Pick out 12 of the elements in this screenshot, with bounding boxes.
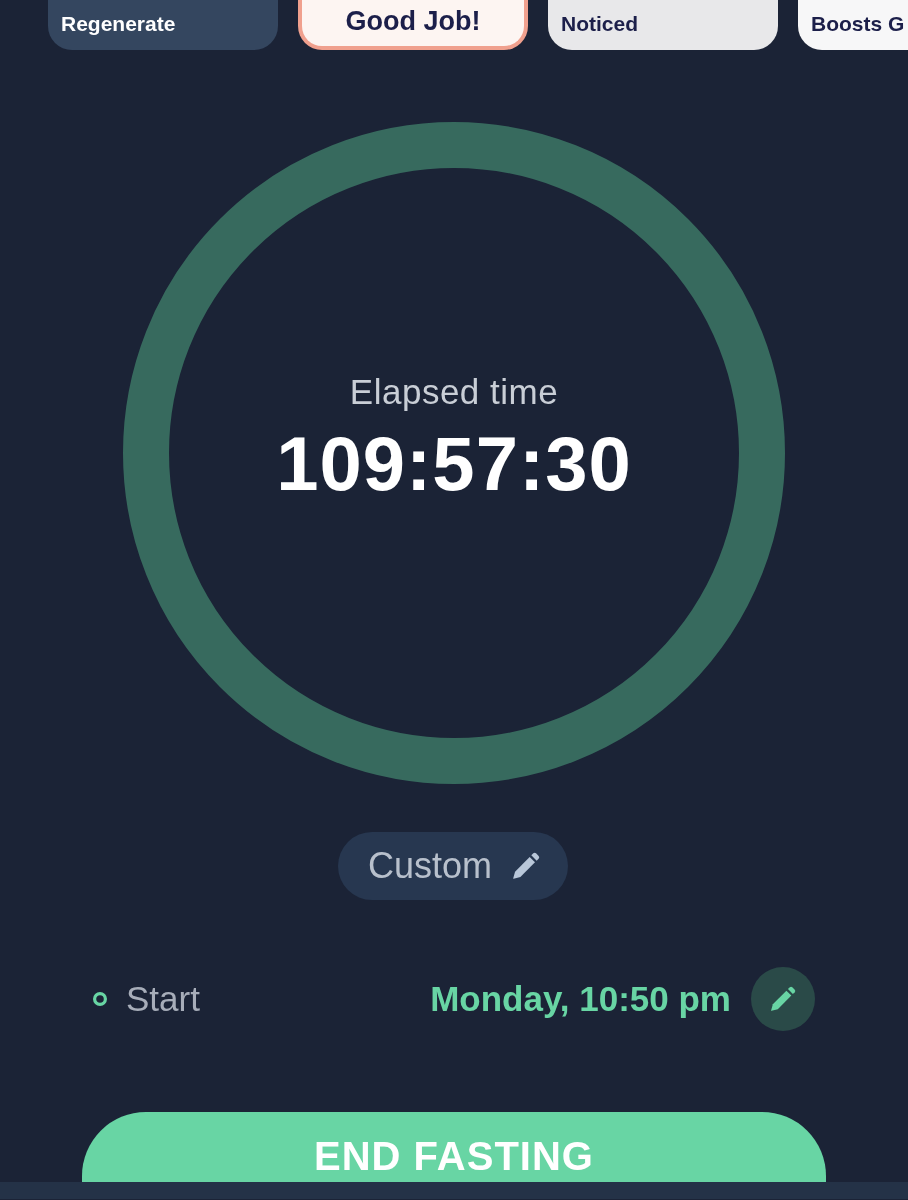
- dot-icon: [93, 992, 107, 1006]
- elapsed-time-label: Elapsed time: [349, 371, 559, 413]
- pencil-icon: [770, 986, 796, 1012]
- start-time: Monday, 10:50 pm: [430, 979, 731, 1019]
- story-card[interactable]: Good Job!: [298, 0, 528, 50]
- start-label: Start: [126, 979, 200, 1019]
- story-card[interactable]: Noticed: [548, 0, 778, 50]
- story-card[interactable]: Regenerate: [48, 0, 278, 50]
- elapsed-time-value: 109:57:30: [276, 422, 632, 506]
- pencil-icon: [512, 852, 540, 880]
- story-card[interactable]: Boosts G: [798, 0, 908, 50]
- fast-type-button[interactable]: Custom: [338, 832, 568, 900]
